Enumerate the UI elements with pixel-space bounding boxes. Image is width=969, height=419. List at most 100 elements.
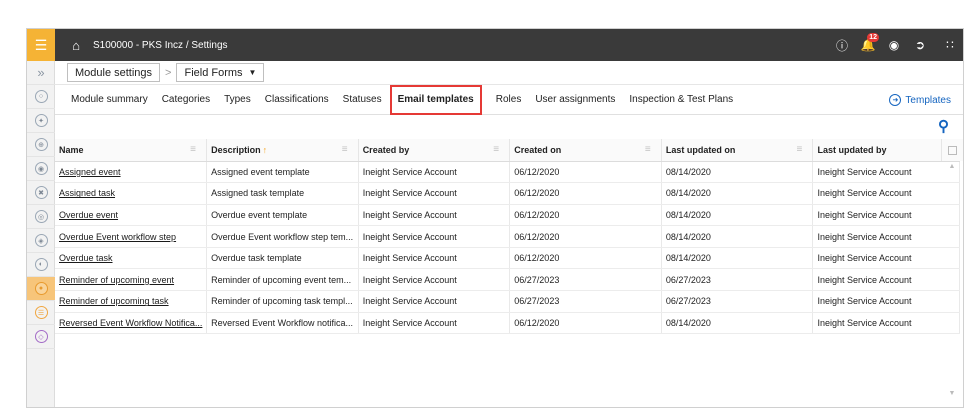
templates-link-label: Templates: [905, 94, 951, 106]
cell-created-by: Ineight Service Account: [358, 204, 511, 227]
template-name-link[interactable]: Overdue Event workflow step: [55, 225, 208, 248]
table-row[interactable]: Assigned event Assigned event template I…: [55, 161, 960, 184]
cell-created-on: 06/12/2020: [509, 182, 662, 205]
table-row[interactable]: Overdue event Overdue event template Ine…: [55, 204, 960, 227]
rail-module-2-icon[interactable]: ✦: [27, 109, 55, 133]
cell-created-by: Ineight Service Account: [358, 247, 511, 270]
column-header-created-by[interactable]: Created by ≡: [358, 139, 511, 162]
rail-module-9-icon[interactable]: ☰: [27, 301, 55, 325]
cell-description: Reminder of upcoming event tem...: [206, 268, 359, 292]
rail-module-4-icon[interactable]: ◉: [27, 157, 55, 181]
rail-module-3-icon[interactable]: ⊕: [27, 133, 55, 157]
settings-tabs: Module summary Categories Types Classifi…: [55, 84, 963, 115]
template-name-link[interactable]: Overdue event: [55, 204, 208, 227]
rail-module-1-icon[interactable]: ○: [27, 85, 55, 109]
cell-created-by: Ineight Service Account: [358, 225, 511, 248]
rail-module-10-icon[interactable]: ◇: [27, 325, 55, 349]
table-row[interactable]: Reminder of upcoming event Reminder of u…: [55, 268, 960, 292]
notifications-icon[interactable]: 🔔 12: [855, 29, 881, 61]
column-header-description[interactable]: Description ↑ ≡: [206, 139, 359, 162]
tab-email-templates[interactable]: Email templates: [389, 84, 482, 115]
tab-categories[interactable]: Categories: [162, 86, 210, 114]
cell-last-updated-on: 08/14/2020: [661, 247, 814, 270]
cell-last-updated-by: Ineight Service Account: [812, 247, 960, 270]
caret-down-icon: ▼: [248, 68, 257, 77]
tab-classifications[interactable]: Classifications: [265, 86, 329, 114]
cell-created-on: 06/12/2020: [509, 225, 662, 248]
cell-description: Assigned event template: [206, 161, 359, 184]
breadcrumb[interactable]: S100000 - PKS Incz / Settings: [93, 40, 228, 51]
template-name-link[interactable]: Reminder of upcoming event: [55, 268, 208, 292]
search-icon[interactable]: ⚲: [938, 117, 949, 135]
column-menu-icon[interactable]: ≡: [796, 145, 806, 155]
cell-last-updated-by: Ineight Service Account: [812, 312, 960, 335]
column-menu-icon[interactable]: ≡: [645, 145, 655, 155]
rail-module-active-icon[interactable]: ●: [27, 277, 55, 301]
cell-created-on: 06/12/2020: [509, 247, 662, 270]
table-row[interactable]: Reversed Event Workflow Notifica... Reve…: [55, 312, 960, 335]
cell-description: Overdue Event workflow step tem...: [206, 225, 359, 248]
email-templates-grid: Name ≡ Description ↑ ≡ Created by ≡ Created …: [55, 139, 963, 407]
expand-rail-icon[interactable]: »: [27, 61, 55, 85]
rail-module-7-icon[interactable]: ◈: [27, 229, 55, 253]
cell-last-updated-by: Ineight Service Account: [812, 268, 960, 292]
rail-module-6-icon[interactable]: ◎: [27, 205, 55, 229]
cell-description: Overdue event template: [206, 204, 359, 227]
cell-last-updated-on: 08/14/2020: [661, 161, 814, 184]
column-header-created-on[interactable]: Created on ≡: [509, 139, 662, 162]
cell-description: Overdue task template: [206, 247, 359, 270]
tab-inspection-test-plans[interactable]: Inspection & Test Plans: [629, 86, 733, 114]
tab-roles[interactable]: Roles: [496, 86, 522, 114]
template-name-link[interactable]: Overdue task: [55, 247, 208, 270]
signout-icon[interactable]: ➲: [907, 29, 933, 61]
vertical-scrollbar[interactable]: ▲ ▼: [941, 161, 963, 407]
template-name-link[interactable]: Reversed Event Workflow Notifica...: [55, 312, 208, 335]
tab-module-summary[interactable]: Module summary: [71, 86, 148, 114]
cell-created-on: 06/12/2020: [509, 312, 662, 335]
apps-grid-icon[interactable]: ∷: [937, 29, 963, 61]
table-row[interactable]: Assigned task Assigned task template Ine…: [55, 182, 960, 205]
home-icon[interactable]: ⌂: [65, 38, 87, 53]
cell-created-on: 06/12/2020: [509, 161, 662, 184]
column-header-name[interactable]: Name ≡: [55, 139, 208, 162]
cell-last-updated-on: 08/14/2020: [661, 182, 814, 205]
rail-module-8-icon[interactable]: ◐: [27, 253, 55, 277]
column-menu-icon[interactable]: ≡: [190, 145, 200, 155]
template-name-link[interactable]: Assigned event: [55, 161, 208, 184]
templates-link[interactable]: ➜ Templates: [889, 85, 951, 115]
template-name-link[interactable]: Assigned task: [55, 182, 208, 205]
cell-created-by: Ineight Service Account: [358, 161, 511, 184]
tab-user-assignments[interactable]: User assignments: [535, 86, 615, 114]
scroll-down-icon[interactable]: ▼: [941, 390, 963, 397]
column-menu-icon[interactable]: ≡: [342, 145, 352, 155]
user-icon[interactable]: ◉: [881, 29, 907, 61]
notification-badge: 12: [867, 33, 879, 42]
field-forms-label: Field Forms: [184, 66, 243, 79]
scroll-up-icon[interactable]: ▲: [941, 163, 963, 170]
rail-module-5-icon[interactable]: ✖: [27, 181, 55, 205]
column-menu-icon[interactable]: ≡: [493, 145, 503, 155]
cell-created-on: 06/27/2023: [509, 268, 662, 292]
cell-created-by: Ineight Service Account: [358, 268, 511, 292]
tab-types[interactable]: Types: [224, 86, 251, 114]
table-row[interactable]: Reminder of upcoming task Reminder of up…: [55, 290, 960, 313]
table-header-row: Name ≡ Description ↑ ≡ Created by ≡ Created …: [55, 139, 960, 162]
table-row[interactable]: Overdue Event workflow step Overdue Even…: [55, 225, 960, 248]
template-name-link[interactable]: Reminder of upcoming task: [55, 290, 208, 313]
column-header-last-updated-on[interactable]: Last updated on ≡: [661, 139, 814, 162]
table-row[interactable]: Overdue task Overdue task template Ineig…: [55, 247, 960, 270]
cell-created-by: Ineight Service Account: [358, 182, 511, 205]
menu-icon[interactable]: ☰: [27, 29, 55, 61]
help-icon[interactable]: ⓘ: [829, 29, 855, 61]
module-settings-button[interactable]: Module settings: [67, 63, 161, 82]
cell-last-updated-by: Ineight Service Account: [812, 225, 960, 248]
column-header-last-updated-by[interactable]: Last updated by≡: [812, 139, 960, 162]
cell-description: Assigned task template: [206, 182, 359, 205]
cell-last-updated-by: Ineight Service Account: [812, 161, 960, 184]
field-forms-dropdown[interactable]: Field Forms ▼: [176, 63, 265, 82]
top-bar: ☰ ⌂ S100000 - PKS Incz / Settings ⓘ 🔔 12 …: [27, 29, 963, 61]
column-chooser-icon[interactable]: [941, 139, 963, 161]
tab-statuses[interactable]: Statuses: [343, 86, 382, 114]
cell-last-updated-on: 08/14/2020: [661, 204, 814, 227]
app-window: ☰ ⌂ S100000 - PKS Incz / Settings ⓘ 🔔 12 …: [26, 28, 964, 408]
